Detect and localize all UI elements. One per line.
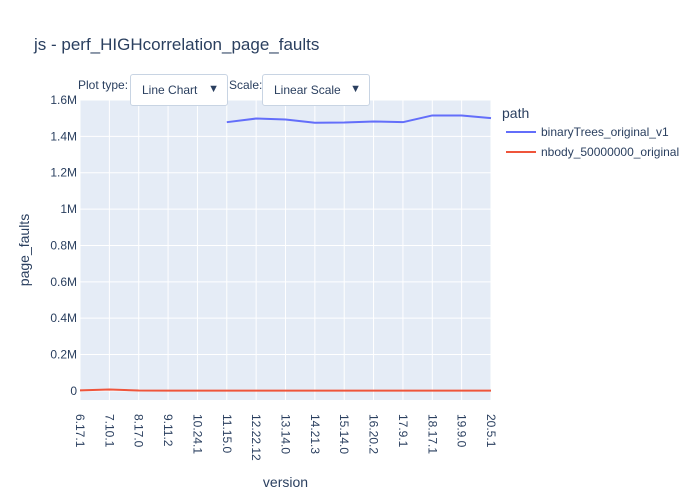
scale-dropdown[interactable]: Linear Scale ▼: [262, 74, 370, 106]
y-tick-label: 0.4M: [50, 311, 77, 325]
y-tick-label: 0: [70, 384, 77, 398]
x-tick-label: 12.22.12: [249, 414, 263, 461]
legend-title: path: [502, 105, 529, 121]
x-tick-label: 13.14.0: [279, 414, 293, 454]
legend: binaryTrees_original_v1 nbody_50000000_or…: [506, 125, 679, 159]
y-tick-label: 1M: [60, 202, 77, 216]
plot-type-value: Line Chart: [142, 83, 198, 97]
chevron-down-icon: ▼: [208, 83, 219, 95]
y-tick-label: 0.8M: [50, 238, 77, 252]
x-tick-label: 15.14.0: [337, 414, 351, 454]
y-tick-label: 0.6M: [50, 275, 77, 289]
y-tick-label: 1.2M: [50, 166, 77, 180]
x-tick-label: 14.21.3: [308, 414, 322, 454]
x-tick-label: 16.20.2: [367, 414, 381, 454]
legend-item-label: binaryTrees_original_v1: [541, 125, 669, 139]
y-tick-label: 1.4M: [50, 129, 77, 143]
plot-type-label: Plot type:: [78, 78, 129, 92]
scale-value: Linear Scale: [274, 83, 341, 97]
legend-item-label: nbody_50000000_original: [541, 145, 679, 159]
x-axis-label: version: [263, 474, 308, 490]
x-tick-label: 9.11.2: [161, 414, 175, 447]
x-tick-label: 18.17.1: [425, 414, 439, 454]
x-tick-label: 8.17.0: [132, 414, 146, 448]
chart-title: js - perf_HIGHcorrelation_page_faults: [33, 35, 319, 54]
x-tick-label: 11.15.0: [220, 414, 234, 453]
chevron-down-icon: ▼: [350, 83, 361, 95]
x-tick-label: 7.10.1: [102, 414, 116, 448]
scale-label: Scale:: [229, 78, 263, 92]
x-tick-label: 10.24.1: [190, 414, 204, 454]
x-tick-label: 17.9.1: [396, 414, 410, 448]
y-axis-label: page_faults: [16, 214, 32, 286]
x-tick-label: 19.9.0: [455, 414, 469, 448]
y-tick-label: 1.6M: [50, 93, 77, 107]
plot-type-dropdown[interactable]: Line Chart ▼: [130, 74, 228, 106]
x-tick-label: 6.17.1: [73, 414, 87, 448]
x-tick-label: 20.5.1: [484, 414, 498, 448]
y-tick-label: 0.2M: [50, 348, 77, 362]
